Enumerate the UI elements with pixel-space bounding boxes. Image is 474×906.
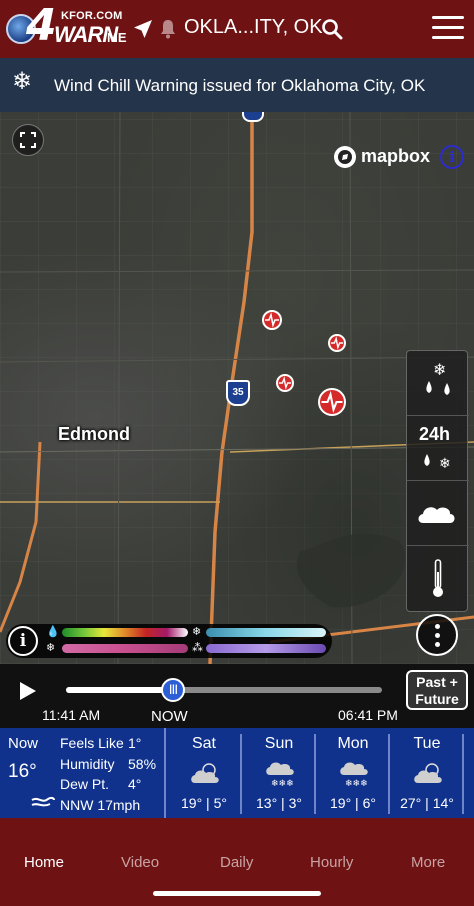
timeline-end-time: 06:41 PM (338, 707, 398, 723)
day-name: Mon (337, 735, 369, 752)
kfor-4warn-me-logo[interactable]: 4 KFOR.COM WARN ME (6, 0, 128, 52)
timeline-now-label: NOW (151, 708, 188, 725)
current-temp: 16° (8, 761, 37, 782)
temperature-layer-button[interactable] (407, 546, 469, 611)
seismic-event-pin[interactable] (318, 388, 346, 416)
snow-icon: ❄❄❄ (266, 762, 294, 787)
city-label: Edmond (58, 424, 130, 444)
forecast-day[interactable]: Sun ❄❄❄ 13° | 3° (242, 728, 316, 818)
24h-label: 24h (419, 424, 451, 444)
forecast-day[interactable]: Sat 19° | 5° (167, 728, 241, 818)
ice-color-bar (206, 628, 326, 637)
24h-precip-layer-button[interactable]: 24h ❄ (407, 416, 469, 481)
forecast-day[interactable]: Tue 27° | 14° (390, 728, 464, 818)
nav-daily[interactable]: Daily (220, 854, 253, 871)
seismic-event-pin[interactable] (276, 374, 294, 392)
logo-me: ME (107, 30, 127, 45)
forecast-day[interactable]: Mon ❄❄❄ 19° | 6° (316, 728, 390, 818)
svg-text:❄: ❄ (439, 456, 451, 472)
ice-legend-icon: ❄ (192, 626, 202, 638)
clouds-layer-button[interactable] (407, 481, 469, 546)
nav-home[interactable]: Home (24, 854, 64, 871)
past-future-button[interactable]: Past + Future (406, 670, 468, 710)
humidity-value: 58% (128, 755, 157, 772)
forecast-strip[interactable]: Now 16° Feels Like Humidity Dew Pt. NNW … (0, 728, 474, 818)
more-options-button[interactable] (416, 614, 458, 656)
svg-text:❄: ❄ (433, 360, 446, 379)
snow-icon: ❄❄❄ (340, 762, 368, 787)
layer-selector-panel: ❄ 24h ❄ (406, 350, 469, 612)
wind-icon (31, 796, 55, 807)
bell-icon[interactable] (156, 17, 180, 41)
logo-site: KFOR.COM (61, 10, 123, 22)
partly-cloudy-icon (191, 763, 219, 783)
bottom-navigation: Home Video Daily Hourly More (0, 818, 474, 906)
rain-snow-icon: ❄ (426, 360, 450, 395)
feels-like-value: 1° (128, 735, 142, 751)
day-temps: 19° | 5° (181, 795, 227, 811)
location-label[interactable]: OKLA...ITY, OK (184, 16, 323, 39)
mapbox-logo-icon (334, 146, 356, 168)
nav-more[interactable]: More (411, 854, 445, 871)
rain-legend-icon: 💧 (46, 626, 60, 638)
hamburger-menu-icon[interactable] (432, 16, 464, 40)
day-name: Tue (413, 735, 441, 752)
day-temps: 13° | 3° (256, 795, 302, 811)
partly-cloudy-icon (414, 763, 442, 783)
snow-color-bar (62, 644, 188, 653)
thermometer-icon (433, 559, 443, 597)
cloud-icon (418, 507, 455, 523)
interstate-shield: 35 (226, 380, 250, 406)
timeline-slider[interactable] (66, 687, 382, 693)
expand-icon (20, 132, 36, 148)
timeline-start-time: 11:41 AM (42, 707, 101, 723)
mix-legend-icon: ⁂ (192, 642, 203, 654)
home-indicator (153, 891, 321, 896)
radar-map[interactable]: 35 Edmond mapbox i ❄ 24h ❄ i 💧 ❄ ❄ ⁂ (0, 112, 474, 664)
seismic-event-pin[interactable] (262, 310, 282, 330)
snowflake-icon: ❄ (12, 68, 33, 95)
mix-color-bar (206, 644, 326, 653)
day-name: Sun (264, 735, 294, 752)
legend-info-icon[interactable]: i (8, 626, 38, 656)
past-future-label-1: Past + (416, 674, 458, 690)
wind-label: NNW 17mph (60, 796, 141, 813)
svg-text:❄❄❄: ❄❄❄ (345, 779, 368, 787)
search-icon[interactable] (320, 17, 344, 41)
rain-color-bar (62, 628, 188, 637)
location-arrow-icon[interactable] (131, 17, 155, 41)
precip-type-layer-button[interactable]: ❄ (407, 351, 469, 416)
mapbox-text: mapbox (361, 146, 431, 166)
play-icon[interactable] (20, 682, 36, 700)
past-future-label-2: Future (415, 691, 459, 707)
timeline-handle[interactable]: ||| (161, 678, 186, 702)
day-name: Sat (191, 735, 216, 752)
attribution-info-icon[interactable]: i (440, 145, 464, 169)
dew-point-value: 4° (128, 776, 142, 792)
alert-text: Wind Chill Warning issued for Oklahoma C… (54, 76, 426, 95)
day-divider (462, 734, 464, 814)
nav-video[interactable]: Video (121, 854, 159, 871)
radar-legend[interactable]: i 💧 ❄ ❄ ⁂ (6, 624, 332, 658)
app-header: 4 KFOR.COM WARN ME OKLA...ITY, OK (0, 0, 474, 58)
radar-timeline: ||| 11:41 AM NOW 06:41 PM Past + Future (0, 664, 474, 728)
current-conditions[interactable]: Now 16° Feels Like Humidity Dew Pt. NNW … (0, 728, 166, 818)
snow-legend-icon: ❄ (46, 642, 56, 654)
day-temps: 27° | 14° (400, 795, 454, 811)
logo-number: 4 (26, 0, 57, 51)
seismic-event-pin[interactable] (328, 334, 346, 352)
svg-text:❄❄❄: ❄❄❄ (271, 779, 294, 787)
timeline-progress (66, 687, 174, 693)
nav-hourly[interactable]: Hourly (310, 854, 353, 871)
conditions-values: 1° 58% 4° (128, 733, 156, 795)
fullscreen-button[interactable] (12, 124, 44, 156)
weather-alert-banner[interactable]: ❄ Wind Chill Warning issued for Oklahoma… (0, 58, 474, 112)
day-temps: 19° | 6° (330, 795, 376, 811)
now-label: Now (8, 735, 39, 752)
